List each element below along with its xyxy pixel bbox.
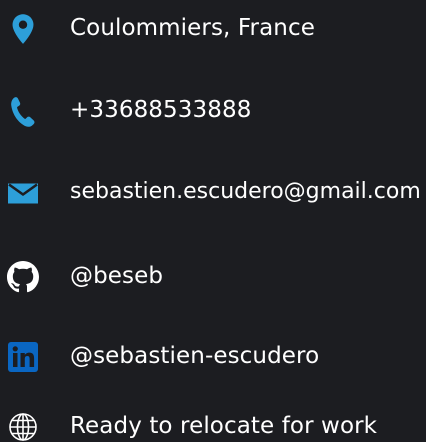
location-text: Coulommiers, France — [70, 15, 315, 41]
phone-number[interactable]: +33688533888 — [70, 90, 251, 130]
contact-item-relocation: Ready to relocate for work — [0, 406, 426, 442]
github-handle[interactable]: @beseb — [70, 256, 163, 296]
phone-icon — [6, 94, 40, 128]
contact-item-phone[interactable]: +33688533888 — [0, 90, 426, 130]
contact-item-location: Coulommiers, France — [0, 8, 426, 48]
contact-list: Coulommiers, France +33688533888 sebasti… — [0, 0, 426, 442]
contact-item-linkedin[interactable]: @sebastien-escudero — [0, 336, 426, 376]
location-pin-icon — [6, 12, 40, 46]
github-icon — [6, 260, 40, 294]
relocation-text: Ready to relocate for work — [70, 413, 378, 439]
email-address[interactable]: sebastien.escudero@gmail.com — [70, 172, 421, 212]
linkedin-icon — [6, 340, 40, 374]
contact-item-github[interactable]: @beseb — [0, 256, 426, 296]
contact-item-email[interactable]: sebastien.escudero@gmail.com — [0, 172, 426, 212]
envelope-icon — [6, 176, 40, 210]
linkedin-handle[interactable]: @sebastien-escudero — [70, 336, 319, 376]
globe-icon — [6, 410, 40, 442]
